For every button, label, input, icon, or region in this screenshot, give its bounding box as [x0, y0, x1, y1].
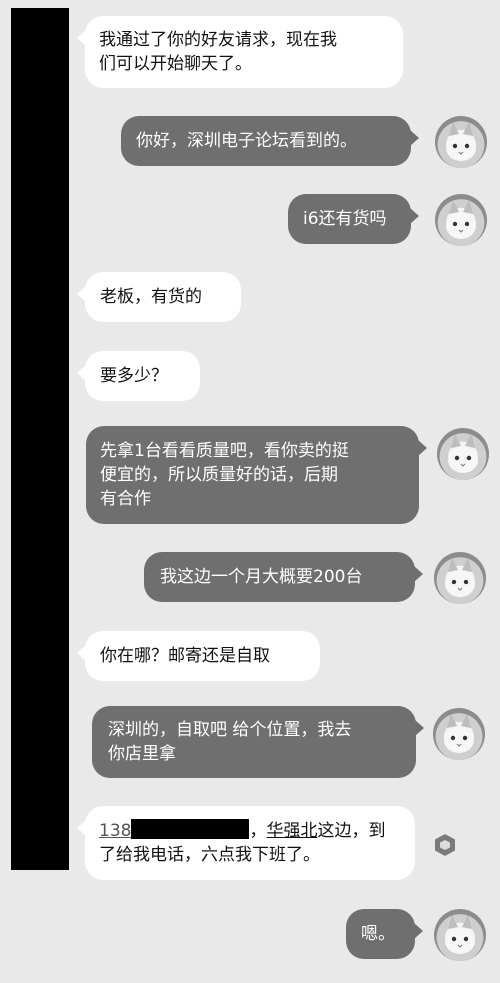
redaction-box: [131, 819, 250, 839]
cat-avatar-icon[interactable]: [435, 116, 487, 168]
chat-bubble[interactable]: 你好，深圳电子论坛看到的。: [121, 116, 419, 166]
chat-bubble[interactable]: i6还有货吗: [288, 194, 419, 244]
cat-avatar-icon[interactable]: [437, 428, 489, 480]
message-text: 我通过了你的好友请求，现在我 们可以开始聊天了。: [99, 30, 337, 74]
message-text: 我这边一个月大概要200台: [160, 567, 363, 587]
chat-bubble[interactable]: 深圳的，自取吧 给个位置，我去 你店里拿: [92, 706, 424, 778]
message-text: 先拿1台看看质量吧，看你卖的挺 便宜的，所以质量好的话，后期 有合作: [100, 441, 349, 509]
message-text: 深圳的，自取吧 给个位置，我去 你店里拿: [108, 720, 352, 764]
message-text: 老板，有货的: [100, 287, 202, 307]
redaction-bar: [11, 8, 69, 870]
chat-bubble[interactable]: 嗯。: [346, 909, 423, 959]
chat-bubble[interactable]: 要多少？: [77, 351, 200, 401]
message-text: 你在哪？邮寄还是自取: [100, 646, 270, 666]
cat-avatar-icon[interactable]: [434, 909, 486, 961]
message-text: i6还有货吗: [303, 209, 387, 229]
cat-avatar-icon[interactable]: [435, 194, 487, 246]
chat-bubble[interactable]: 老板，有货的: [77, 272, 241, 322]
cat-avatar-icon[interactable]: [434, 552, 486, 604]
chat-bubble[interactable]: 我通过了你的好友请求，现在我 们可以开始聊天了。: [77, 16, 403, 88]
chat-bubble[interactable]: 先拿1台看看质量吧，看你卖的挺 便宜的，所以质量好的话，后期 有合作: [86, 426, 427, 524]
message-text: 138 ，华强北这边，到 了给我电话，六点我下班了。: [99, 819, 385, 867]
chat-bubble[interactable]: 你在哪？邮寄还是自取: [77, 631, 320, 681]
chat-bubble[interactable]: 138 ，华强北这边，到 了给我电话，六点我下班了。: [77, 806, 415, 880]
message-text: 你好，深圳电子论坛看到的。: [136, 131, 357, 151]
message-text: 要多少？: [100, 366, 168, 386]
message-text: 嗯。: [361, 924, 395, 944]
cat-avatar-icon[interactable]: [433, 708, 485, 760]
comma: ，: [249, 821, 267, 841]
hexagon-icon: [435, 834, 455, 856]
phone-number-link[interactable]: 138: [99, 821, 131, 841]
location-link[interactable]: 华强北: [266, 821, 317, 841]
chat-bubble[interactable]: 我这边一个月大概要200台: [144, 552, 423, 602]
